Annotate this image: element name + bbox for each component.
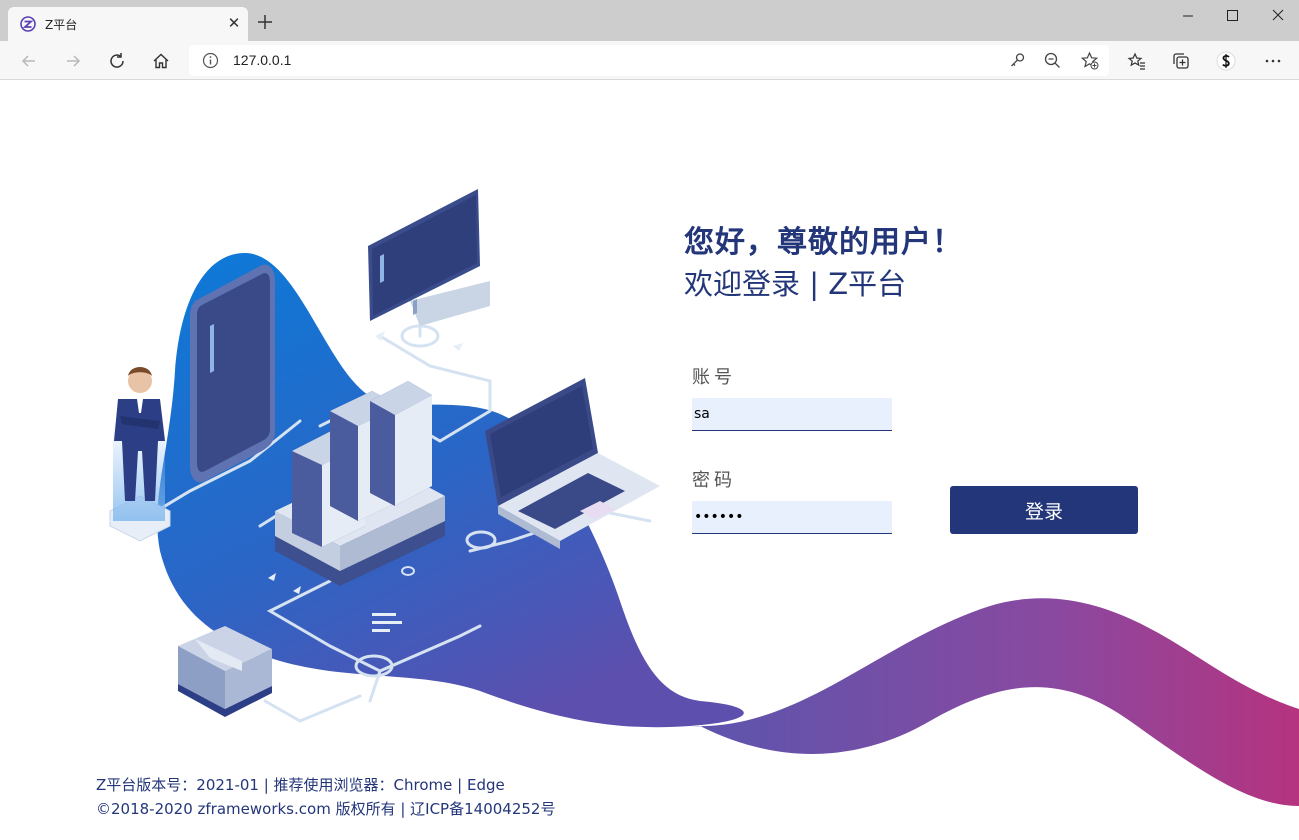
forward-icon[interactable]	[63, 51, 83, 71]
maximize-icon[interactable]	[1221, 6, 1243, 26]
zplatform-logo-icon	[20, 16, 36, 32]
more-menu-icon[interactable]	[1263, 51, 1283, 71]
account-input[interactable]	[692, 398, 892, 431]
key-icon[interactable]	[1008, 51, 1027, 70]
password-label: 密码	[692, 470, 736, 491]
tab-strip: Z平台 ✕	[0, 0, 1299, 41]
tab-close-icon[interactable]: ✕	[226, 15, 242, 31]
welcome-subtitle: 欢迎登录 | Z平台	[684, 267, 907, 301]
back-icon[interactable]	[19, 51, 39, 71]
version-footer: Z平台版本号：2021-01 | 推荐使用浏览器：Chrome | Edge	[96, 776, 505, 794]
address-text: 127.0.0.1	[233, 52, 292, 68]
extension-icon[interactable]	[1216, 51, 1236, 71]
address-bar[interactable]: 127.0.0.1	[189, 45, 1109, 76]
phone-graphic	[190, 264, 275, 483]
zoom-out-icon[interactable]	[1043, 51, 1062, 70]
copyright-footer: ©2018-2020 zframeworks.com 版权所有 | 辽ICP备1…	[96, 800, 556, 818]
close-window-icon[interactable]	[1267, 6, 1289, 26]
login-button[interactable]: 登录	[950, 486, 1138, 534]
businessman-graphic	[109, 367, 171, 542]
collections-icon[interactable]	[1171, 51, 1191, 71]
refresh-icon[interactable]	[107, 51, 127, 71]
favorites-icon[interactable]	[1127, 51, 1147, 71]
browser-toolbar: 127.0.0.1	[0, 41, 1299, 80]
password-input[interactable]	[692, 501, 892, 534]
home-icon[interactable]	[151, 51, 171, 71]
browser-window: Z平台 ✕ 127.0.0.1 您好，尊敬的用户！ 欢迎登录 | Z平台 账号 …	[0, 0, 1299, 840]
login-page: 您好，尊敬的用户！ 欢迎登录 | Z平台 账号 密码 登录 Z平台版本号：202…	[0, 81, 1299, 840]
isometric-illustration	[109, 189, 1299, 806]
greeting-title: 您好，尊敬的用户！	[684, 225, 963, 260]
tab-title: Z平台	[45, 18, 78, 32]
monitor-graphic	[368, 189, 490, 326]
account-label: 账号	[692, 367, 736, 388]
site-info-icon[interactable]	[202, 52, 219, 69]
new-tab-icon[interactable]	[256, 13, 274, 31]
tab-active[interactable]: Z平台 ✕	[8, 7, 248, 41]
add-favorite-icon[interactable]	[1080, 51, 1099, 70]
decorative-wave	[690, 598, 1299, 806]
minimize-icon[interactable]	[1177, 6, 1199, 26]
